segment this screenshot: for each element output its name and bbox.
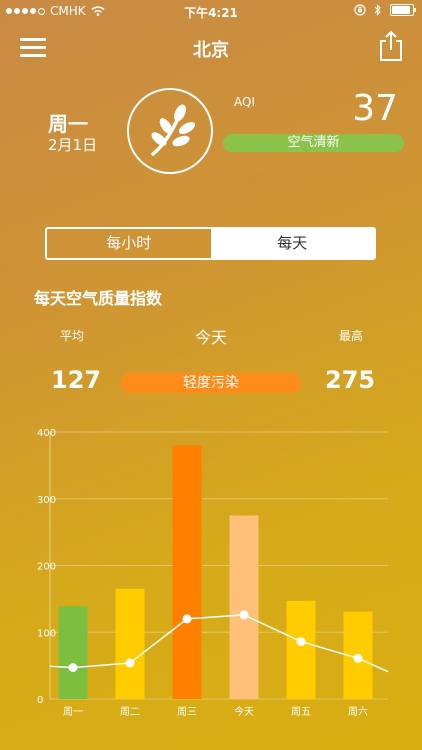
x-tick-label: 周六 <box>348 706 368 718</box>
bluetooth-icon <box>374 4 381 16</box>
aqi-label: AQI <box>234 95 255 109</box>
y-tick-label: 200 <box>37 562 56 573</box>
bar <box>229 515 259 699</box>
bar <box>58 606 88 699</box>
aqi-status-badge: 空气清新 <box>223 134 404 152</box>
x-tick-label: 周三 <box>177 706 197 718</box>
x-tick-label: 周二 <box>120 706 140 718</box>
trend-line <box>49 614 389 673</box>
status-bar: CMHK 下午4:21 <box>0 0 422 22</box>
tab-daily[interactable]: 每天 <box>210 229 374 258</box>
bar <box>172 445 202 699</box>
data-point <box>182 614 192 624</box>
share-icon[interactable] <box>378 30 404 62</box>
tab-hourly[interactable]: 每小时 <box>47 229 211 258</box>
data-point <box>125 658 135 668</box>
y-tick-label: 100 <box>37 628 56 639</box>
section-title: 每天空气质量指数 <box>34 289 163 308</box>
today-status-badge: 轻度污染 <box>121 373 301 393</box>
city-title: 北京 <box>193 40 229 61</box>
data-point <box>68 663 78 673</box>
battery-icon <box>390 4 416 16</box>
time-range-segmented-control: 每小时 每天 <box>45 227 376 260</box>
bar <box>286 600 316 699</box>
average-value: 127 <box>51 366 102 394</box>
x-tick-label: 周五 <box>291 706 311 718</box>
max-label: 最高 <box>339 329 364 343</box>
air-quality-emblem <box>127 88 213 174</box>
aqi-bar-chart: 0 100 200 300 400 周一 周二 周三 今天 周五 周六 <box>37 428 389 718</box>
y-tick-label: 300 <box>37 495 56 506</box>
data-point <box>239 610 249 620</box>
bar <box>115 588 145 699</box>
aqi-value: 37 <box>352 88 398 129</box>
max-value: 275 <box>325 366 376 394</box>
y-tick-label: 400 <box>37 428 56 439</box>
data-point <box>353 653 363 663</box>
current-date: 2月1日 <box>48 136 98 154</box>
current-day: 周一 <box>48 112 88 136</box>
x-tick-label: 今天 <box>234 705 254 718</box>
navigation-bar: 北京 <box>0 22 422 72</box>
leaf-icon <box>151 104 196 156</box>
data-point <box>296 637 306 647</box>
x-tick-label: 周一 <box>63 706 83 718</box>
rotation-lock-icon <box>354 4 366 16</box>
y-tick-label: 0 <box>37 695 43 706</box>
